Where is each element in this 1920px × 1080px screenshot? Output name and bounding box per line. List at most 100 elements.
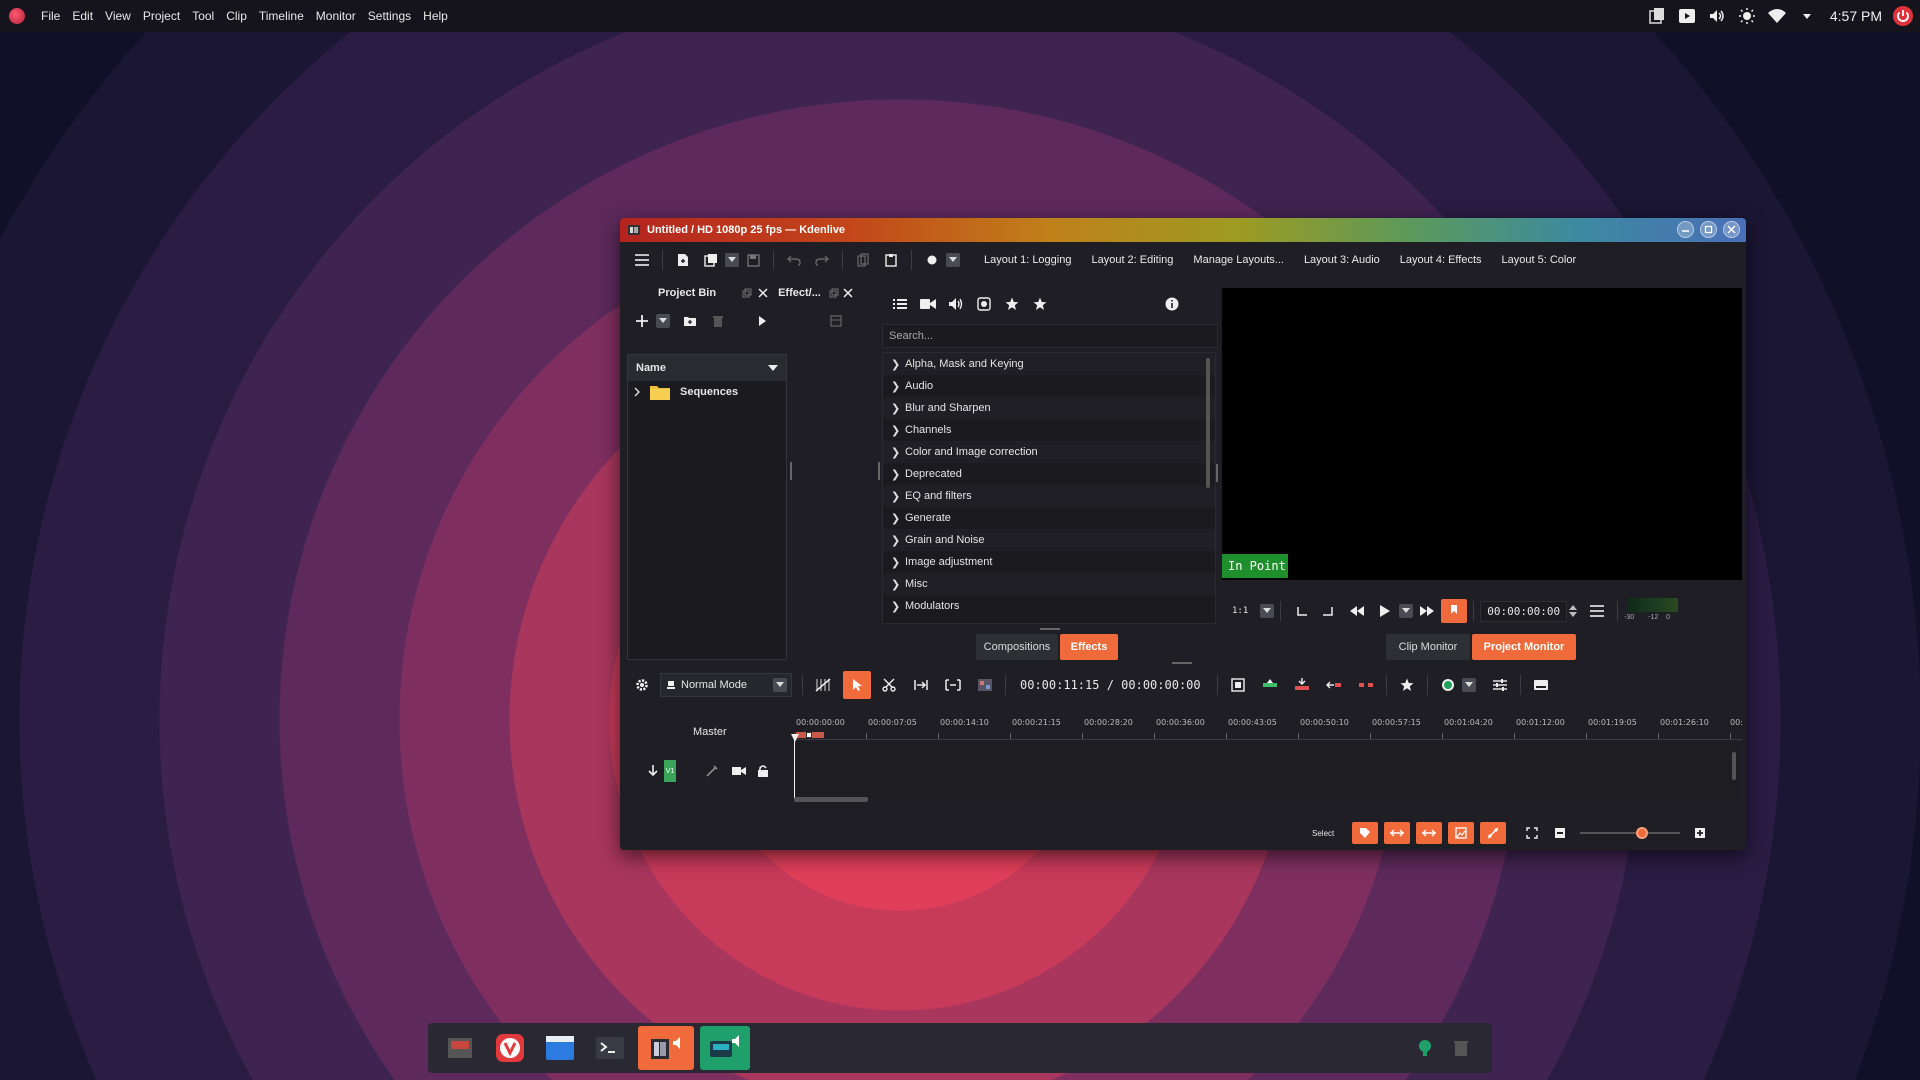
track-name-badge[interactable]: V1 xyxy=(664,760,676,782)
float-panel-icon[interactable] xyxy=(829,288,839,298)
subtitle-icon[interactable] xyxy=(1527,672,1555,698)
chevron-right-icon[interactable]: ❯ xyxy=(891,468,905,481)
list-view-icon[interactable] xyxy=(886,291,914,317)
splitter-handle[interactable] xyxy=(790,462,792,480)
project-monitor-display[interactable] xyxy=(1222,288,1742,580)
list-item[interactable]: ❯ Alpha, Mask and Keying xyxy=(883,353,1215,375)
favorites-star-icon[interactable] xyxy=(998,291,1026,317)
menu-timeline[interactable]: Timeline xyxy=(253,0,310,32)
menu-help[interactable]: Help xyxy=(417,0,454,32)
timeline-position-timecode[interactable]: 00:00:11:15 / 00:00:00:00 xyxy=(1020,678,1201,692)
hamburger-menu-icon[interactable] xyxy=(628,247,656,273)
master-label[interactable]: Master xyxy=(693,726,727,738)
monitor-menu-icon[interactable] xyxy=(1583,598,1611,624)
lock-icon[interactable] xyxy=(758,765,768,777)
set-out-point-icon[interactable] xyxy=(1315,598,1343,624)
tab-project-monitor[interactable]: Project Monitor xyxy=(1472,634,1576,660)
chevron-right-icon[interactable]: ❯ xyxy=(891,556,905,569)
zoom-dropdown-icon[interactable] xyxy=(1260,604,1275,618)
list-item[interactable]: ❯ Audio xyxy=(883,375,1215,397)
save-icon[interactable] xyxy=(739,247,767,273)
layout-effects[interactable]: Layout 4: Effects xyxy=(1390,254,1492,266)
window-titlebar[interactable]: Untitled / HD 1080p 25 fps — Kdenlive xyxy=(620,218,1746,242)
column-header-name[interactable]: Name xyxy=(628,355,786,381)
minimize-button[interactable] xyxy=(1677,221,1694,238)
menu-monitor[interactable]: Monitor xyxy=(310,0,362,32)
menu-view[interactable]: View xyxy=(99,0,137,32)
terminal-icon[interactable] xyxy=(588,1026,632,1070)
play-options-dropdown-icon[interactable] xyxy=(1399,604,1414,618)
overwrite-clip-icon[interactable] xyxy=(1288,672,1316,698)
layout-logging[interactable]: Layout 1: Logging xyxy=(974,254,1081,266)
zoom-out-icon[interactable] xyxy=(1546,820,1574,846)
chevron-right-icon[interactable]: ❯ xyxy=(891,402,905,415)
select-thumbnails-icon[interactable] xyxy=(1448,822,1475,844)
menu-clip[interactable]: Clip xyxy=(220,0,253,32)
chevron-right-icon[interactable]: ❯ xyxy=(891,446,905,459)
clipboard-icon[interactable] xyxy=(1647,6,1667,26)
insert-clip-icon[interactable] xyxy=(1256,672,1284,698)
close-button[interactable] xyxy=(1723,221,1740,238)
select-audio-icon[interactable] xyxy=(1416,822,1443,844)
chevron-down-icon[interactable] xyxy=(1797,6,1817,26)
chevron-right-icon[interactable]: ❯ xyxy=(891,424,905,437)
add-clip-dropdown-icon[interactable] xyxy=(656,314,670,328)
media-player-icon[interactable] xyxy=(1677,6,1697,26)
list-item[interactable]: Sequences xyxy=(628,381,786,403)
zoom-level[interactable]: 1:1 xyxy=(1232,606,1248,616)
forward-icon[interactable] xyxy=(1413,598,1441,624)
insert-zone-icon[interactable] xyxy=(1224,672,1252,698)
clock[interactable]: 4:57 PM xyxy=(1830,8,1882,24)
razor-tool-icon[interactable] xyxy=(875,672,903,698)
menu-file[interactable]: File xyxy=(35,0,66,32)
list-item[interactable]: ❯ Image adjustment xyxy=(883,551,1215,573)
close-panel-icon[interactable] xyxy=(843,288,853,298)
layout-editing[interactable]: Layout 2: Editing xyxy=(1081,254,1183,266)
vivaldi-browser-icon[interactable] xyxy=(488,1026,532,1070)
scrollbar[interactable] xyxy=(1206,358,1210,488)
chevron-right-icon[interactable]: ❯ xyxy=(891,358,905,371)
snap-disabled-icon[interactable] xyxy=(809,672,837,698)
ripple-tool-icon[interactable] xyxy=(939,672,967,698)
splitter-handle[interactable] xyxy=(1040,628,1060,630)
chevron-right-icon[interactable]: ❯ xyxy=(891,578,905,591)
track-color-icon[interactable] xyxy=(1434,672,1462,698)
set-in-point-icon[interactable] xyxy=(1287,598,1315,624)
zoom-slider-handle[interactable] xyxy=(1636,827,1649,839)
tab-clip-monitor[interactable]: Clip Monitor xyxy=(1386,634,1470,660)
sort-dropdown-icon[interactable] xyxy=(768,365,778,372)
layout-color[interactable]: Layout 5: Color xyxy=(1492,254,1587,266)
bin-view-icon[interactable] xyxy=(822,308,850,334)
tab-compositions[interactable]: Compositions xyxy=(976,634,1058,660)
add-clip-icon[interactable] xyxy=(628,308,656,334)
manage-layouts[interactable]: Manage Layouts... xyxy=(1183,254,1294,266)
chevron-down-icon[interactable] xyxy=(773,678,787,692)
play-arrow-icon[interactable] xyxy=(748,308,776,334)
track-effects-icon[interactable] xyxy=(706,765,718,777)
playhead[interactable] xyxy=(794,734,795,800)
rewind-icon[interactable] xyxy=(1343,598,1371,624)
list-item[interactable]: ❯ Modulators xyxy=(883,595,1215,617)
media-dock-icon[interactable] xyxy=(700,1026,750,1070)
tab-effects[interactable]: Effect/... xyxy=(778,287,821,299)
network-tray-icon[interactable] xyxy=(1410,1026,1440,1070)
copy-icon[interactable] xyxy=(849,247,877,273)
undo-icon[interactable] xyxy=(780,247,808,273)
edit-mode-select[interactable]: Normal Mode xyxy=(660,673,792,697)
chevron-right-icon[interactable]: ❯ xyxy=(891,490,905,503)
select-keyframes-icon[interactable] xyxy=(1480,822,1507,844)
chevron-right-icon[interactable]: ❯ xyxy=(891,380,905,393)
timecode-spinner-icon[interactable] xyxy=(1569,604,1578,618)
list-item[interactable]: ❯ Deprecated xyxy=(883,463,1215,485)
gear-icon[interactable] xyxy=(628,672,656,698)
zoom-in-icon[interactable] xyxy=(1686,820,1714,846)
favorites-star-icon[interactable] xyxy=(1026,291,1054,317)
effects-search-input[interactable]: Search... xyxy=(882,324,1218,348)
layout-audio[interactable]: Layout 3: Audio xyxy=(1294,254,1390,266)
files-app-icon[interactable] xyxy=(438,1026,482,1070)
zone-handle[interactable] xyxy=(806,732,812,738)
menu-settings[interactable]: Settings xyxy=(362,0,417,32)
wifi-icon[interactable] xyxy=(1767,6,1787,26)
kdenlive-dock-icon[interactable] xyxy=(638,1026,694,1070)
app-launcher-icon[interactable] xyxy=(9,8,25,24)
